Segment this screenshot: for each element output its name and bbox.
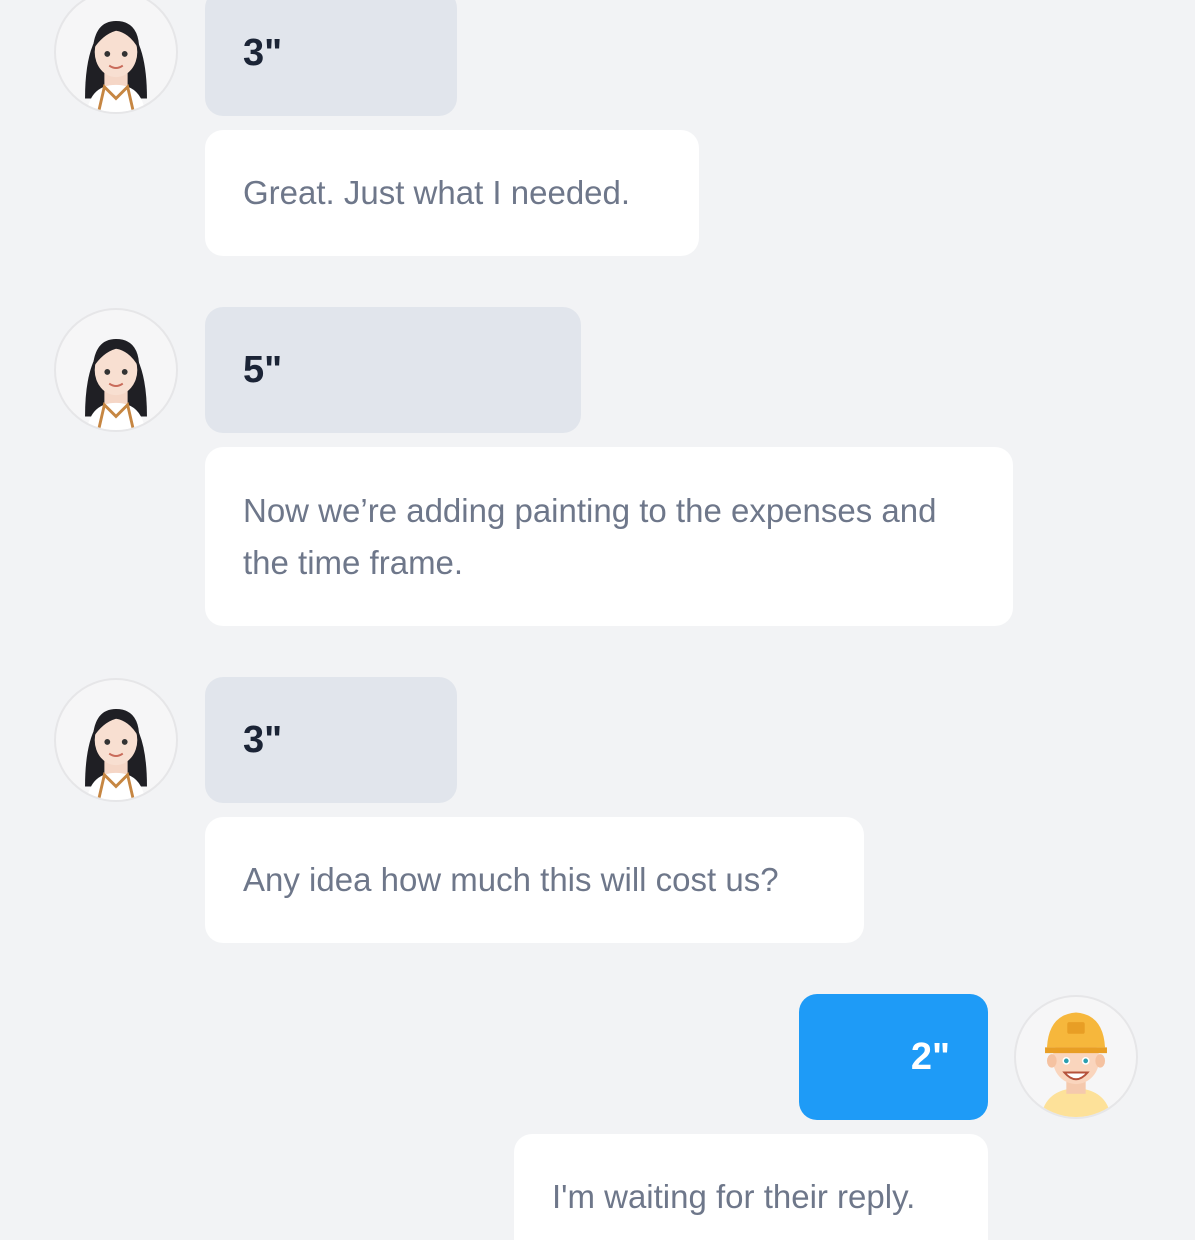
message-bubble[interactable]: Great. Just what I needed. (205, 130, 699, 256)
voice-duration-bubble-outgoing[interactable]: 2" (799, 994, 988, 1120)
girl-avatar-icon[interactable] (54, 678, 178, 802)
message-bubble[interactable]: Any idea how much this will cost us? (205, 817, 864, 943)
voice-duration-label: 3" (243, 718, 283, 761)
voice-duration-bubble[interactable]: 3" (205, 677, 457, 803)
voice-duration-label: 5" (243, 348, 283, 391)
message-text: Great. Just what I needed. (243, 174, 631, 211)
girl-avatar-icon[interactable] (54, 308, 178, 432)
voice-duration-label: 3" (243, 31, 283, 74)
message-text: Now we’re adding painting to the expense… (243, 491, 937, 581)
chat-thread: 3" Great. Just what I needed. 5" Now we’… (0, 0, 1195, 1240)
message-text: Any idea how much this will cost us? (243, 861, 779, 898)
voice-duration-label: 2" (910, 1035, 950, 1078)
girl-avatar-icon[interactable] (54, 0, 178, 114)
message-bubble[interactable]: Now we’re adding painting to the expense… (205, 447, 1013, 626)
boy-cap-avatar-icon[interactable] (1014, 995, 1138, 1119)
voice-duration-bubble[interactable]: 3" (205, 0, 457, 116)
voice-duration-bubble[interactable]: 5" (205, 307, 581, 433)
message-text: I'm waiting for their reply. (552, 1178, 916, 1215)
message-bubble-outgoing[interactable]: I'm waiting for their reply. (514, 1134, 988, 1240)
